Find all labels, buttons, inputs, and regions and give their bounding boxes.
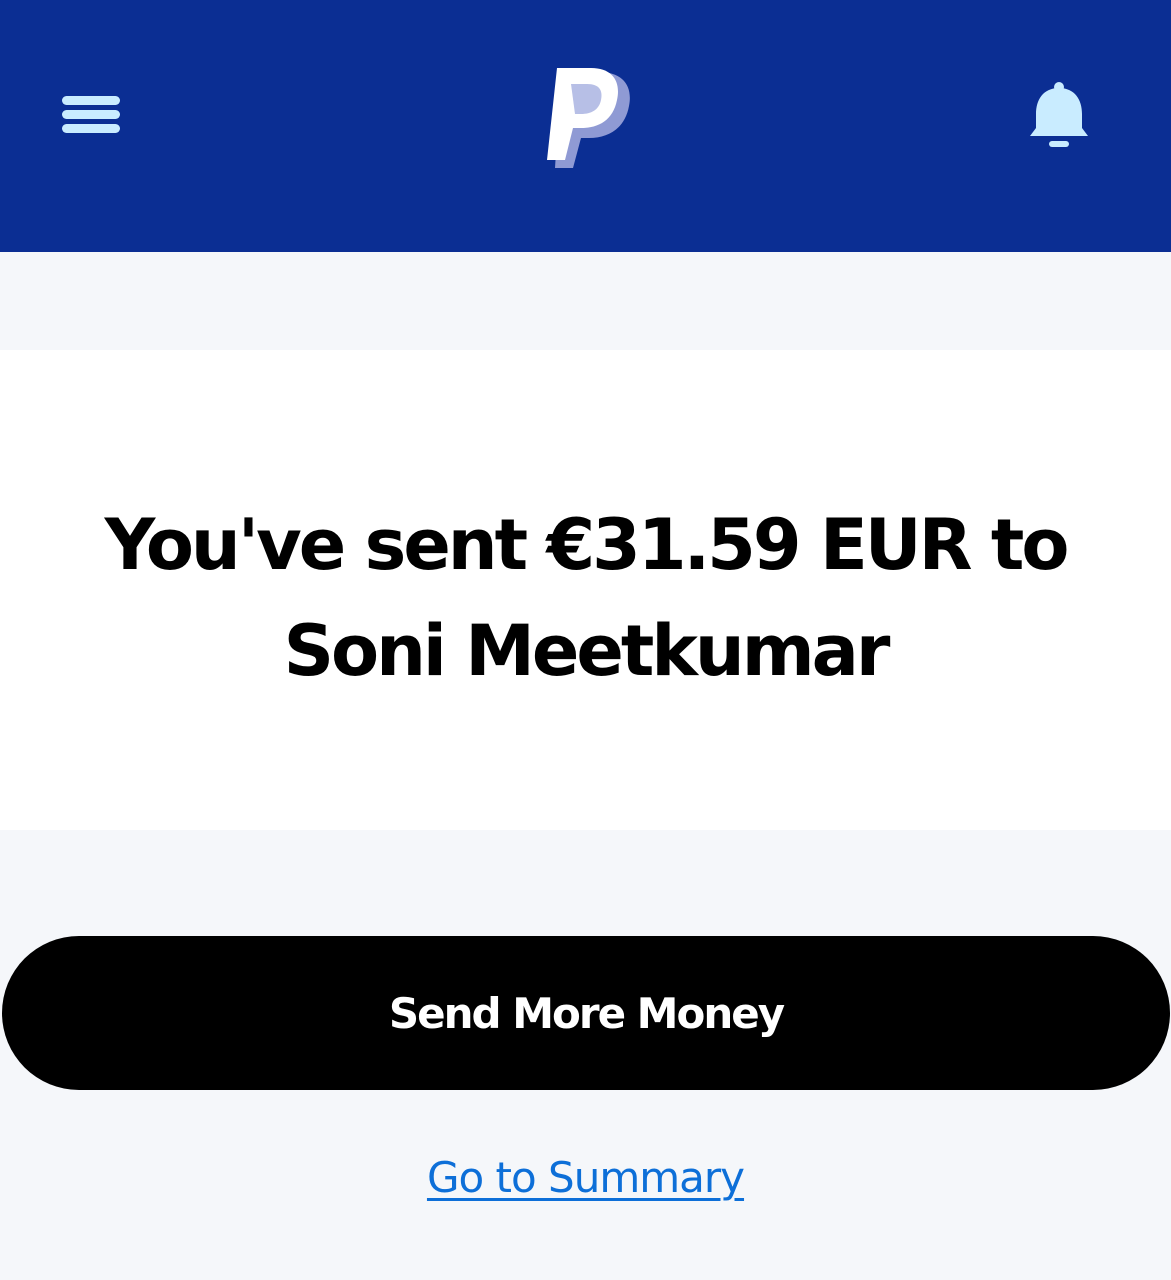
menu-icon-bar-top: [62, 96, 120, 105]
go-to-summary-link[interactable]: Go to Summary: [427, 1153, 745, 1202]
menu-icon-bar-middle: [62, 110, 120, 119]
app-header: [0, 0, 1171, 252]
menu-button[interactable]: [54, 86, 128, 146]
paypal-logo-icon: [547, 68, 630, 168]
bell-icon[interactable]: [1024, 80, 1094, 154]
send-more-money-button[interactable]: Send More Money: [2, 936, 1170, 1090]
confirmation-message: You've sent €31.59 EUR to Soni Meetkumar: [104, 504, 1070, 692]
menu-icon-bar-bottom: [62, 124, 120, 133]
summary-link-container: Go to Summary: [0, 1148, 1171, 1208]
